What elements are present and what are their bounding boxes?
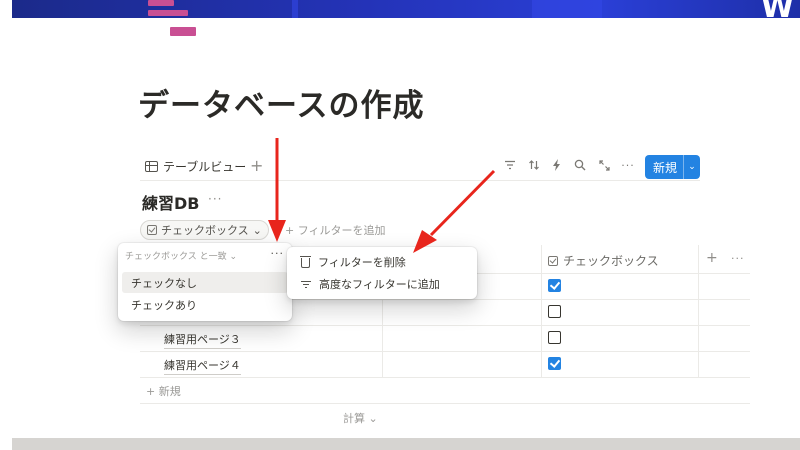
filter-icon: [301, 280, 311, 288]
row-1-checkbox[interactable]: [548, 279, 561, 292]
sort-icon[interactable]: [527, 158, 541, 172]
filter-condition-dropdown[interactable]: チェックボックス と一致 ⌄: [125, 249, 237, 262]
menu-item-add-advanced-filter[interactable]: 高度なフィルターに追加: [291, 274, 473, 294]
add-filter-button[interactable]: + フィルターを追加: [285, 222, 386, 238]
database-title[interactable]: 練習DB: [142, 190, 199, 214]
column-divider: [698, 245, 699, 377]
filter-popup: チェックボックス と一致 ⌄ ··· チェックなし チェックあり: [118, 243, 292, 321]
cover-logo: W: [760, 0, 794, 18]
menu-item-add-advanced-filter-label: 高度なフィルターに追加: [319, 278, 440, 291]
new-button-label: 新規: [653, 160, 678, 175]
column-divider: [541, 245, 542, 377]
menu-item-delete-filter[interactable]: フィルターを削除: [291, 252, 473, 272]
filter-option-checked[interactable]: チェックあり: [122, 294, 288, 315]
trash-icon: [300, 256, 311, 268]
tab-table-view-label: テーブルビュー: [163, 160, 247, 174]
filter-context-menu: フィルターを削除 高度なフィルターに追加: [287, 247, 477, 299]
row-divider: [140, 403, 750, 404]
table-more-icon[interactable]: ···: [731, 252, 745, 265]
row-divider: [140, 351, 750, 352]
add-view-button[interactable]: +: [250, 156, 263, 175]
row-2-checkbox[interactable]: [548, 305, 561, 318]
chevron-down-icon: ⌄: [252, 223, 262, 237]
add-property-button[interactable]: +: [706, 250, 718, 266]
filter-chip-checkbox[interactable]: チェックボックス ⌄: [140, 220, 269, 240]
checkbox-property-icon: [147, 225, 157, 235]
annotation-arrowhead-down: [268, 220, 286, 242]
filter-more-icon[interactable]: ···: [271, 247, 285, 260]
checkbox-property-icon: [548, 255, 558, 266]
filter-option-unchecked[interactable]: チェックなし: [122, 272, 288, 293]
table-icon: [145, 161, 158, 172]
bottom-band: [12, 438, 800, 450]
page-icon[interactable]: [148, 0, 200, 40]
more-options-icon[interactable]: ···: [621, 158, 635, 172]
calculate-button[interactable]: 計算 ⌄: [343, 410, 378, 426]
filter-icon[interactable]: [503, 158, 517, 172]
page-title[interactable]: データベースの作成: [138, 80, 424, 125]
tab-table-view[interactable]: テーブルビュー: [145, 158, 246, 175]
menu-item-delete-filter-label: フィルターを削除: [318, 256, 406, 269]
column-header-checkbox[interactable]: チェックボックス: [548, 252, 659, 269]
new-button[interactable]: 新規 ⌄: [645, 155, 700, 179]
row-4-checkbox[interactable]: [548, 357, 561, 370]
column-header-label: チェックボックス: [563, 254, 659, 268]
new-row-button[interactable]: + 新規: [146, 383, 181, 399]
row-divider: [140, 325, 750, 326]
view-divider: [140, 180, 700, 181]
filter-chip-label: チェックボックス: [161, 224, 249, 237]
row-4-title[interactable]: 練習用ページ４: [164, 357, 241, 375]
annotation-arrows: [268, 138, 496, 253]
search-icon[interactable]: [573, 158, 587, 172]
row-3-checkbox[interactable]: [548, 331, 561, 344]
cover-banner: W: [12, 0, 800, 18]
row-divider: [140, 377, 750, 378]
row-3-title[interactable]: 練習用ページ３: [164, 331, 241, 349]
automation-bolt-icon[interactable]: [550, 158, 564, 172]
database-more-icon[interactable]: ···: [208, 192, 222, 206]
expand-icon[interactable]: [597, 158, 611, 172]
new-dropdown-chevron-icon[interactable]: ⌄: [683, 155, 700, 179]
